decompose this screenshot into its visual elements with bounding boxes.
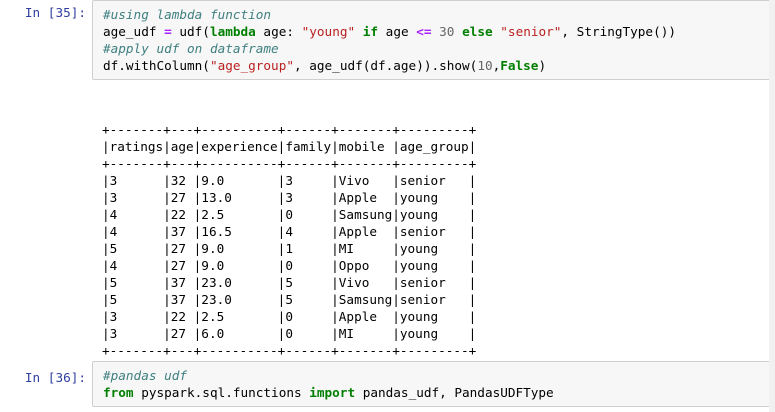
output-line: |3 |27 |13.0 |3 |Apple |young | [102, 190, 477, 205]
code-token: age [378, 24, 417, 39]
cell-prompt-35: In [35]: [24, 5, 86, 20]
scrollbar[interactable] [769, 0, 775, 412]
output-line: +-------+---+----------+------+-------+-… [102, 122, 477, 137]
code-token: ) [538, 58, 547, 73]
cell-prompt-36: In [36]: [24, 370, 86, 385]
cell36-code-line: #pandas udf [103, 367, 774, 384]
cell35-code-line: #using lambda function [103, 6, 774, 23]
code-lines-36: #pandas udf from pyspark.sql.functions im… [103, 367, 774, 401]
output-line: |3 |27 |6.0 |0 |MI |young | [102, 326, 477, 341]
code-token: if [362, 24, 379, 39]
code-token: #using lambda function [103, 7, 272, 22]
code-token: pyspark.sql.functions [133, 385, 310, 400]
code-token: df.withColumn( [103, 58, 210, 73]
code-token: from [103, 385, 134, 400]
code-token: #apply udf on dataframe [103, 41, 279, 56]
code-token: udf( [171, 24, 210, 39]
cell35-code-line: age_udf = udf(lambda age: "young" if age… [103, 23, 774, 40]
output-line: |3 |22 |2.5 |0 |Apple |young | [102, 309, 477, 324]
output-line: +-------+---+----------+------+-------+-… [102, 156, 477, 171]
dataframe-table-output: +-------+---+----------+------+-------+-… [102, 121, 476, 376]
code-token: age: [255, 24, 302, 39]
code-token: 30 [439, 24, 455, 39]
code-token: , StringType()) [561, 24, 676, 39]
code-token: pandas_udf, PandasUDFType [355, 385, 554, 400]
output-line: |5 |27 |9.0 |1 |MI |young | [102, 241, 477, 256]
code-token: 10 [477, 58, 493, 73]
code-editor-36[interactable]: #pandas udf from pyspark.sql.functions im… [92, 361, 775, 407]
code-token: "age_group" [209, 58, 294, 73]
code-token: lambda [209, 24, 256, 39]
cell35-code-line: df.withColumn("age_group", age_udf(df.ag… [103, 57, 774, 74]
cell35-code-line: #apply udf on dataframe [103, 40, 774, 57]
cell36-code-line: from pyspark.sql.functions import pandas… [103, 384, 774, 401]
code-token: import [309, 385, 356, 400]
code-editor-35[interactable]: #using lambda function age_udf = udf(lamb… [92, 0, 775, 80]
output-line: |3 |32 |9.0 |3 |Vivo |senior | [102, 173, 477, 188]
output-line: |ratings|age|experience|family|mobile |a… [102, 139, 477, 154]
code-token: "young" [301, 24, 356, 39]
code-token: "senior" [500, 24, 562, 39]
code-lines-35: #using lambda function age_udf = udf(lamb… [103, 6, 774, 74]
output-line: |4 |22 |2.5 |0 |Samsung|young | [102, 207, 477, 222]
code-token: False [500, 58, 539, 73]
output-line: |5 |37 |23.0 |5 |Vivo |senior | [102, 275, 477, 290]
output-line: |4 |37 |16.5 |4 |Apple |senior | [102, 224, 477, 239]
code-token: else [462, 24, 493, 39]
code-token: <= [416, 24, 432, 39]
code-token: , age_udf(df.age)).show( [293, 58, 478, 73]
output-line: +-------+---+----------+------+-------+-… [102, 343, 477, 358]
code-token: age_udf [103, 24, 165, 39]
output-line: |5 |37 |23.0 |5 |Samsung|senior | [102, 292, 477, 307]
code-token: #pandas udf [103, 368, 188, 383]
output-line: |4 |27 |9.0 |0 |Oppo |young | [102, 258, 477, 273]
output-area-35: +-------+---+----------+------+-------+-… [102, 87, 476, 393]
code-token: = [164, 24, 172, 39]
